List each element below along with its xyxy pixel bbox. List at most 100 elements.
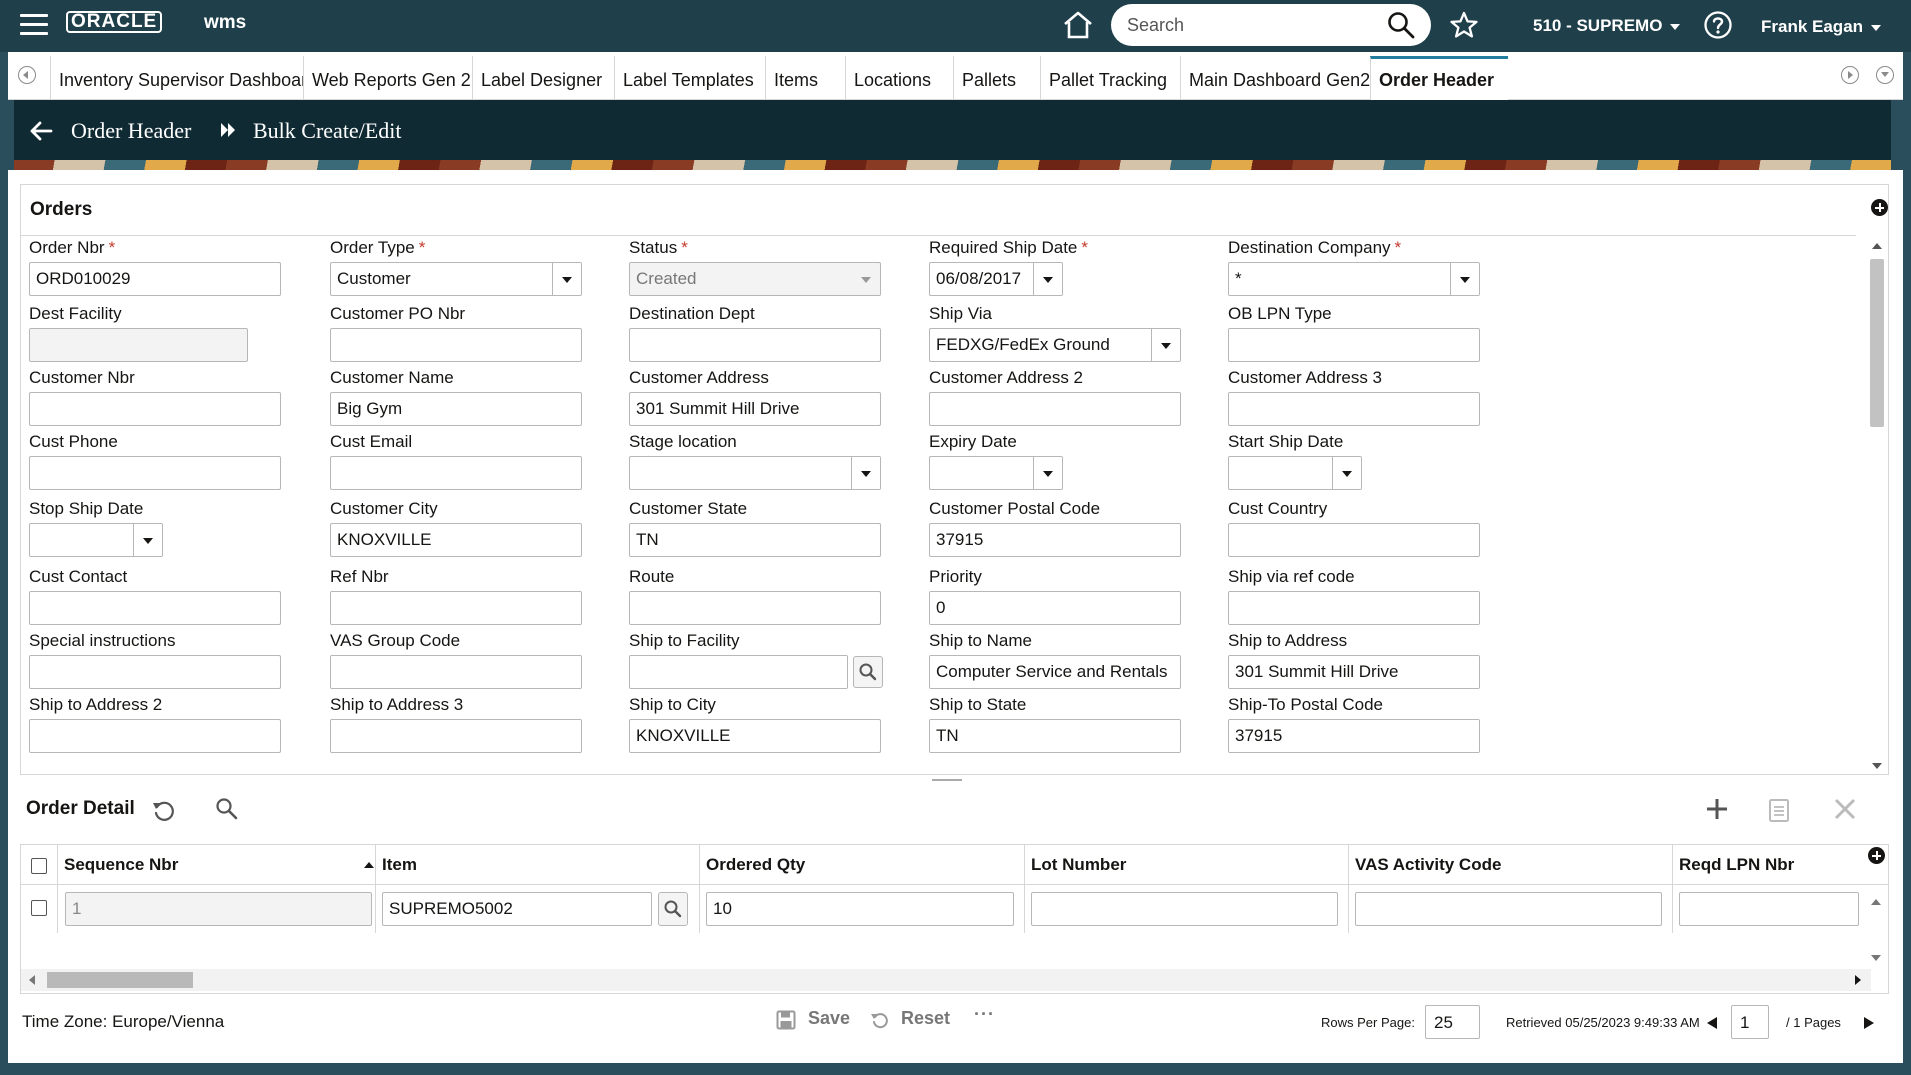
calendar-dropdown-icon[interactable] (1043, 471, 1053, 477)
ref-nbr-input[interactable] (330, 591, 582, 625)
stop-ship-date-input[interactable] (29, 523, 163, 557)
column-header-item[interactable]: Item (375, 845, 699, 885)
tab-pallets[interactable]: Pallets (953, 56, 1040, 100)
global-search[interactable] (1111, 4, 1431, 46)
route-input[interactable] (629, 591, 881, 625)
row-checkbox[interactable] (31, 900, 47, 916)
special-instructions-input[interactable] (29, 655, 281, 689)
search-icon[interactable] (214, 796, 240, 822)
table-scroll-up-icon[interactable] (1871, 899, 1881, 905)
customer-address-2-input[interactable] (929, 392, 1181, 426)
ship-to-postal-code-input[interactable]: 37915 (1228, 719, 1480, 753)
search-input[interactable] (1125, 12, 1375, 38)
column-header-lot-number[interactable]: Lot Number (1024, 845, 1348, 885)
tab-web-reports-gen-2[interactable]: Web Reports Gen 2 (303, 56, 472, 100)
sort-ascending-icon[interactable] (364, 862, 374, 868)
customer-name-input[interactable]: Big Gym (330, 392, 582, 426)
customer-address-3-input[interactable] (1228, 392, 1480, 426)
tab-label-templates[interactable]: Label Templates (614, 56, 765, 100)
destination-company-select[interactable]: * (1228, 262, 1480, 296)
home-icon[interactable] (1062, 10, 1094, 40)
add-circle-icon[interactable] (1871, 199, 1888, 216)
required-ship-date-input[interactable]: 06/08/2017 (929, 262, 1063, 296)
cust-email-input[interactable] (330, 456, 582, 490)
table-horizontal-scrollbar[interactable] (21, 969, 1871, 991)
ship-to-city-input[interactable]: KNOXVILLE (629, 719, 881, 753)
back-arrow-icon[interactable] (28, 120, 54, 142)
add-column-circle-icon[interactable] (1868, 847, 1885, 864)
column-header-reqd-lpn-nbr[interactable]: Reqd LPN Nbr (1672, 845, 1888, 885)
vas-group-code-input[interactable] (330, 655, 582, 689)
expiry-date-input[interactable] (929, 456, 1063, 490)
help-icon[interactable] (1703, 10, 1733, 40)
reset-button[interactable]: Reset (901, 1008, 950, 1029)
ship-to-address-input[interactable]: 301 Summit Hill Drive (1228, 655, 1480, 689)
scroll-left-icon[interactable] (29, 975, 35, 985)
favorites-star-icon[interactable] (1449, 10, 1479, 40)
customer-po-nbr-input[interactable] (330, 328, 582, 362)
ship-to-state-input[interactable]: TN (929, 719, 1181, 753)
ship-via-ref-code-input[interactable] (1228, 591, 1480, 625)
select-all-checkbox[interactable] (31, 858, 47, 874)
lot-number-cell-input[interactable] (1031, 892, 1338, 926)
chevron-down-icon[interactable] (1460, 277, 1470, 283)
ob-lpn-type-input[interactable] (1228, 328, 1480, 362)
tab-scroll-left-icon[interactable] (18, 66, 36, 84)
facility-selector[interactable]: 510 - SUPREMO (1533, 16, 1681, 36)
ship-via-select[interactable]: FEDXG/FedEx Ground (929, 328, 1181, 362)
reqd-lpn-nbr-cell-input[interactable] (1679, 892, 1859, 926)
customer-city-input[interactable]: KNOXVILLE (330, 523, 582, 557)
page-number-input[interactable]: 1 (1731, 1005, 1769, 1039)
more-actions-button[interactable]: ··· (974, 1004, 995, 1025)
customer-postal-code-input[interactable]: 37915 (929, 523, 1181, 557)
column-header-sequence-nbr[interactable]: Sequence Nbr (57, 845, 375, 885)
scroll-up-icon[interactable] (1872, 243, 1882, 249)
order-nbr-input[interactable]: ORD010029 (29, 262, 281, 296)
cust-country-input[interactable] (1228, 523, 1480, 557)
scroll-thumb[interactable] (47, 972, 193, 988)
order-type-select[interactable]: Customer (330, 262, 582, 296)
add-row-icon[interactable] (1704, 796, 1730, 822)
form-vertical-scrollbar[interactable] (1866, 235, 1888, 775)
ship-to-address-3-input[interactable] (330, 719, 582, 753)
table-scroll-down-icon[interactable] (1871, 955, 1881, 961)
tab-overflow-menu-icon[interactable] (1876, 66, 1894, 84)
tab-locations[interactable]: Locations (845, 56, 953, 100)
cust-contact-input[interactable] (29, 591, 281, 625)
user-menu[interactable]: Frank Eagan (1761, 17, 1882, 37)
cust-phone-input[interactable] (29, 456, 281, 490)
search-icon[interactable] (1386, 10, 1416, 40)
chevron-down-icon[interactable] (861, 471, 871, 477)
previous-page-icon[interactable] (1707, 1017, 1717, 1029)
ship-to-name-input[interactable]: Computer Service and Rentals (929, 655, 1181, 689)
tab-items[interactable]: Items (765, 56, 845, 100)
start-ship-date-input[interactable] (1228, 456, 1362, 490)
tab-order-header[interactable]: Order Header (1370, 56, 1508, 100)
ship-to-address-2-input[interactable] (29, 719, 281, 753)
refresh-icon[interactable] (151, 798, 177, 824)
chevron-down-icon[interactable] (1161, 343, 1171, 349)
tab-main-dashboard-gen2[interactable]: Main Dashboard Gen2 (1180, 56, 1370, 100)
customer-address-input[interactable]: 301 Summit Hill Drive (629, 392, 881, 426)
scroll-down-icon[interactable] (1872, 763, 1882, 769)
scroll-thumb[interactable] (1870, 259, 1884, 427)
item-lookup-button[interactable] (658, 892, 688, 926)
priority-input[interactable]: 0 (929, 591, 1181, 625)
tab-scroll-right-icon[interactable] (1841, 66, 1859, 84)
calendar-dropdown-icon[interactable] (1342, 471, 1352, 477)
hamburger-menu-icon[interactable] (20, 14, 48, 36)
rows-per-page-input[interactable]: 25 (1425, 1005, 1480, 1039)
customer-state-input[interactable]: TN (629, 523, 881, 557)
tab-pallet-tracking[interactable]: Pallet Tracking (1040, 56, 1180, 100)
column-header-vas-activity-code[interactable]: VAS Activity Code (1348, 845, 1672, 885)
save-button[interactable]: Save (808, 1008, 850, 1029)
scroll-right-icon[interactable] (1855, 975, 1861, 985)
breadcrumb-order-header[interactable]: Order Header (71, 118, 191, 144)
chevron-down-icon[interactable] (562, 277, 572, 283)
tab-label-designer[interactable]: Label Designer (472, 56, 614, 100)
column-header-ordered-qty[interactable]: Ordered Qty (699, 845, 1024, 885)
ship-to-facility-input[interactable] (629, 655, 848, 689)
stage-location-select[interactable] (629, 456, 881, 490)
calendar-dropdown-icon[interactable] (143, 538, 153, 544)
item-cell-input[interactable]: SUPREMO5002 (382, 892, 652, 926)
